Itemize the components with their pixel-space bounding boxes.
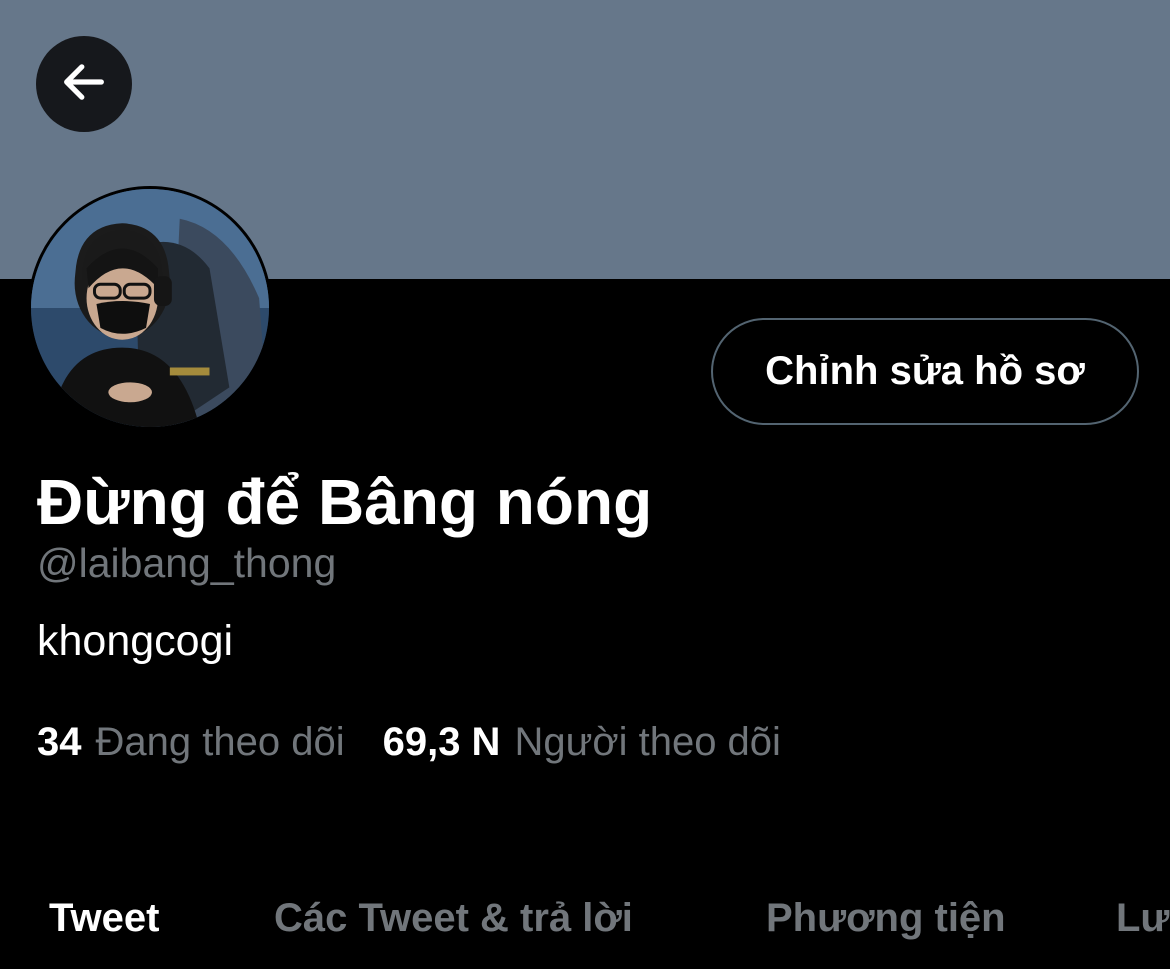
avatar[interactable] — [28, 186, 272, 430]
profile-handle: @laibang_thong — [37, 540, 337, 586]
followers-label: Người theo dõi — [514, 720, 781, 764]
arrow-left-icon — [58, 56, 110, 113]
following-count: 34 — [37, 720, 82, 764]
profile-tabs: Tweet Các Tweet & trả lời Phương tiện Lư… — [0, 884, 1170, 954]
tab-tweets-and-replies[interactable]: Các Tweet & trả lời — [274, 892, 633, 944]
following-label: Đang theo dõi — [95, 720, 345, 764]
edit-profile-button[interactable]: Chỉnh sửa hồ sơ — [711, 318, 1139, 425]
tab-tweets[interactable]: Tweet — [49, 892, 159, 944]
followers-count: 69,3 N — [382, 720, 501, 764]
following-link[interactable]: 34 Đang theo dõi — [37, 716, 345, 768]
tab-media[interactable]: Phương tiện — [766, 892, 1006, 944]
profile-display-name: Đừng để Bâng nóng — [37, 466, 653, 538]
profile-bio: khongcogi — [37, 617, 234, 665]
tab-likes[interactable]: Lượt thích — [1116, 892, 1170, 944]
back-button[interactable] — [36, 36, 132, 132]
profile-stats: 34 Đang theo dõi 69,3 N Người theo dõi — [37, 716, 781, 768]
followers-link[interactable]: 69,3 N Người theo dõi — [383, 716, 781, 768]
